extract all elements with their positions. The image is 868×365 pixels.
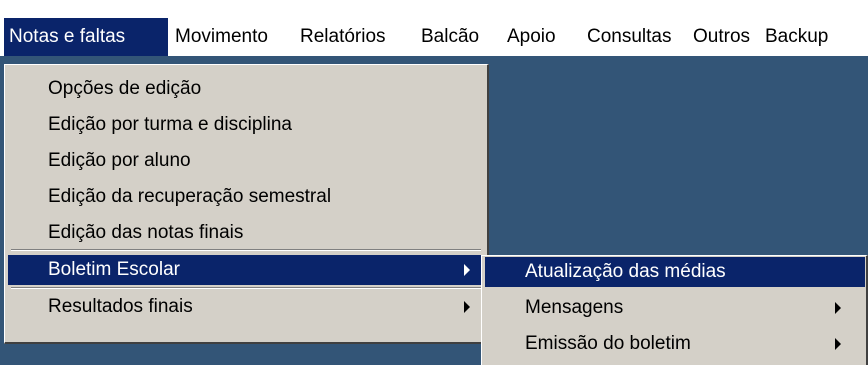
notas-e-faltas-dropdown: Opções de edição Edição por turma e disc… xyxy=(4,64,489,344)
menu-apoio[interactable]: Apoio xyxy=(502,18,580,56)
submenu-item-emissao-do-boletim[interactable]: Emissão do boletim xyxy=(485,329,865,359)
menu-balcao[interactable]: Balcão xyxy=(416,18,500,56)
menu-item-edicao-da-recuperacao-semestral[interactable]: Edição da recuperação semestral xyxy=(8,182,484,212)
menu-backup[interactable]: Backup xyxy=(760,18,868,56)
menu-item-edicao-das-notas-finais[interactable]: Edição das notas finais xyxy=(8,218,484,248)
menu-movimento[interactable]: Movimento xyxy=(170,18,288,56)
menu-item-opcoes-de-edicao[interactable]: Opções de edição xyxy=(8,74,484,104)
menu-item-resultados-finais[interactable]: Resultados finais xyxy=(8,292,484,322)
menu-outros[interactable]: Outros xyxy=(688,18,758,56)
menu-notas-e-faltas[interactable]: Notas e faltas xyxy=(4,18,168,56)
submenu-arrow-icon xyxy=(464,264,470,276)
menu-item-edicao-por-turma-e-disciplina[interactable]: Edição por turma e disciplina xyxy=(8,110,484,140)
menu-separator xyxy=(11,287,481,289)
menu-bar: Notas e faltas Movimento Relatórios Balc… xyxy=(0,0,868,56)
boletim-escolar-submenu: Atualização das médias Mensagens Emissão… xyxy=(481,255,868,365)
submenu-item-atualizacao-das-medias[interactable]: Atualização das médias xyxy=(485,257,865,287)
menu-item-edicao-por-aluno[interactable]: Edição por aluno xyxy=(8,146,484,176)
submenu-item-mensagens[interactable]: Mensagens xyxy=(485,293,865,323)
menu-item-label: Emissão do boletim xyxy=(525,333,691,354)
submenu-arrow-icon xyxy=(464,301,470,313)
menu-item-label: Resultados finais xyxy=(48,296,193,317)
menu-separator xyxy=(11,249,481,251)
menu-item-label: Boletim Escolar xyxy=(48,259,180,280)
submenu-arrow-icon xyxy=(835,302,841,314)
menu-item-label: Mensagens xyxy=(525,297,624,318)
submenu-arrow-icon xyxy=(835,338,841,350)
menu-consultas[interactable]: Consultas xyxy=(582,18,686,56)
menu-item-boletim-escolar[interactable]: Boletim Escolar xyxy=(8,255,484,285)
menu-relatorios[interactable]: Relatórios xyxy=(295,18,413,56)
